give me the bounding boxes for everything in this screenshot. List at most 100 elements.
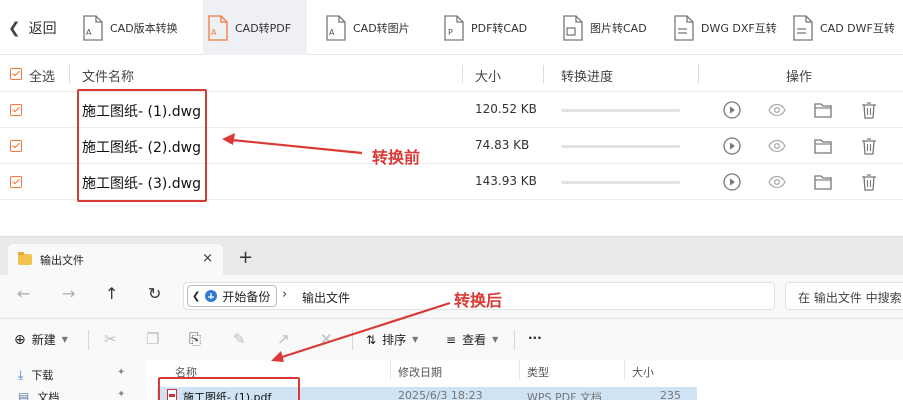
- row-checkbox[interactable]: [10, 104, 22, 116]
- chevron-down-icon: ▼: [492, 335, 499, 344]
- pin-icon[interactable]: ✦: [117, 367, 125, 378]
- eye-icon[interactable]: [767, 136, 787, 156]
- copy-icon[interactable]: ❐: [146, 330, 159, 348]
- column-header-type[interactable]: 类型: [527, 364, 549, 380]
- eye-icon[interactable]: [767, 172, 787, 192]
- refresh-icon[interactable]: ↻: [148, 284, 161, 303]
- row-checkbox[interactable]: [10, 140, 22, 152]
- new-label: 新建: [31, 333, 56, 347]
- share-icon[interactable]: ↗: [277, 330, 290, 348]
- toolbar-divider: [88, 330, 89, 350]
- column-divider: [69, 65, 70, 83]
- explorer-file-size: 235 KB: [660, 389, 681, 400]
- more-options-button[interactable]: ···: [528, 331, 542, 345]
- tool-cad-to-image[interactable]: A CAD转图片: [325, 0, 425, 55]
- file-row[interactable]: 施工图纸- (3).dwg 143.93 KB: [0, 164, 903, 200]
- forward-arrow-icon[interactable]: →: [62, 284, 75, 303]
- file-size: 74.83 KB: [475, 138, 530, 152]
- breadcrumb-home-label: 开始备份: [222, 289, 271, 304]
- select-all-checkbox[interactable]: [10, 68, 22, 80]
- new-tab-button[interactable]: +: [238, 247, 253, 268]
- back-label: 返回: [28, 20, 57, 37]
- play-icon[interactable]: [722, 100, 742, 120]
- tool-label: CAD DWF互转: [820, 21, 895, 35]
- paste-icon[interactable]: ⎘: [189, 330, 201, 348]
- annotation-before: 转换前: [372, 148, 421, 167]
- plus-circle-icon: ⊕: [14, 331, 26, 348]
- column-header-name[interactable]: 名称: [175, 364, 197, 380]
- tool-label: CAD转图片: [353, 21, 410, 35]
- explorer-tab-bar: 输出文件 × +: [0, 237, 903, 275]
- explorer-file-row[interactable]: 施工图纸- (1).pdf 2025/6/3 18:23 WPS PDF 文档 …: [157, 387, 697, 400]
- row-checkbox[interactable]: [10, 176, 22, 188]
- column-divider: [543, 65, 544, 83]
- folder-icon[interactable]: [813, 172, 833, 192]
- close-tab-icon[interactable]: ×: [202, 251, 213, 266]
- nav-item-label: 下载: [31, 369, 54, 382]
- nav-item-documents[interactable]: ▤ 文档: [18, 389, 59, 400]
- folder-icon: [18, 252, 32, 265]
- tool-label: CAD版本转换: [110, 21, 178, 35]
- breadcrumb-home[interactable]: ❮ 开始备份: [187, 285, 278, 307]
- cad-version-icon: A: [82, 14, 104, 41]
- pin-icon[interactable]: ✦: [117, 389, 125, 400]
- folder-icon[interactable]: [813, 100, 833, 120]
- download-icon: ⤓: [18, 367, 24, 382]
- cad-to-image-icon: A: [325, 14, 347, 41]
- eye-icon[interactable]: [767, 100, 787, 120]
- new-button[interactable]: ⊕ 新建 ▼: [14, 331, 68, 348]
- tool-cad-dwf[interactable]: CAD DWF互转: [792, 0, 900, 55]
- tool-dwg-dxf[interactable]: DWG DXF互转: [673, 0, 781, 55]
- chevron-down-icon: ▼: [412, 335, 419, 344]
- tool-pdf-to-cad[interactable]: P PDF转CAD: [443, 0, 543, 55]
- play-icon[interactable]: [722, 136, 742, 156]
- up-arrow-icon[interactable]: ↑: [105, 284, 118, 303]
- cut-icon[interactable]: ✂: [104, 330, 117, 348]
- tool-image-to-cad[interactable]: 图片转CAD: [562, 0, 662, 55]
- play-icon[interactable]: [722, 172, 742, 192]
- file-row[interactable]: 施工图纸- (2).dwg 74.83 KB: [0, 128, 903, 164]
- view-button[interactable]: ≡ 查看 ▼: [446, 331, 498, 348]
- backup-cloud-icon: [205, 290, 218, 302]
- column-header-size[interactable]: 大小: [632, 364, 654, 380]
- chevron-left-icon: ❮: [192, 290, 201, 302]
- back-button[interactable]: ❮ 返回: [8, 0, 57, 55]
- back-arrow-icon[interactable]: ←: [17, 284, 30, 303]
- tool-cad-to-pdf[interactable]: A CAD转PDF: [203, 0, 307, 55]
- column-header-progress: 转换进度: [561, 70, 614, 85]
- select-all-label: 全选: [29, 70, 56, 85]
- command-bar: ⊕ 新建 ▼ ✂ ❐ ⎘ ✎ ↗ ✕ ⇅ 排序 ▼ ≡ 查看 ▼ ···: [0, 318, 903, 360]
- file-table-header: 全选 文件名称 大小 转换进度 操作: [0, 56, 903, 92]
- folder-icon[interactable]: [813, 136, 833, 156]
- column-divider: [519, 360, 520, 380]
- trash-icon[interactable]: [859, 136, 879, 156]
- tool-label: 图片转CAD: [590, 21, 647, 35]
- file-list-pane: 名称 修改日期 类型 大小 施工图纸- (1).pdf 2025/6/3 18:…: [145, 360, 903, 400]
- nav-item-downloads[interactable]: ⤓ 下载: [18, 367, 53, 383]
- chevron-down-icon: ▼: [61, 335, 68, 344]
- file-name: 施工图纸- (3).dwg: [82, 176, 202, 192]
- delete-icon[interactable]: ✕: [320, 330, 333, 348]
- explorer-tab[interactable]: 输出文件 ×: [8, 244, 223, 275]
- trash-icon[interactable]: [859, 172, 879, 192]
- annotation-after: 转换后: [454, 291, 503, 310]
- file-row[interactable]: 施工图纸- (1).dwg 120.52 KB: [0, 92, 903, 128]
- svg-text:A: A: [86, 28, 92, 37]
- explorer-file-name: 施工图纸- (1).pdf: [183, 391, 272, 400]
- toolbar-divider: [352, 330, 353, 350]
- rename-icon[interactable]: ✎: [233, 330, 246, 348]
- cad-to-pdf-icon: A: [207, 14, 229, 41]
- view-list-icon: ≡: [446, 332, 457, 347]
- file-size: 120.52 KB: [475, 102, 537, 116]
- sort-label: 排序: [382, 333, 407, 347]
- progress-bar: [561, 145, 680, 148]
- column-header-modified[interactable]: 修改日期: [398, 364, 442, 380]
- sort-button[interactable]: ⇅ 排序 ▼: [366, 331, 418, 348]
- view-label: 查看: [462, 333, 487, 347]
- breadcrumb-separator: ›: [282, 287, 288, 302]
- breadcrumb-current[interactable]: 输出文件: [302, 289, 350, 306]
- trash-icon[interactable]: [859, 100, 879, 120]
- progress-bar: [561, 181, 680, 184]
- search-input[interactable]: 在 输出文件 中搜索: [785, 282, 903, 310]
- tool-cad-version[interactable]: A CAD版本转换: [82, 0, 192, 55]
